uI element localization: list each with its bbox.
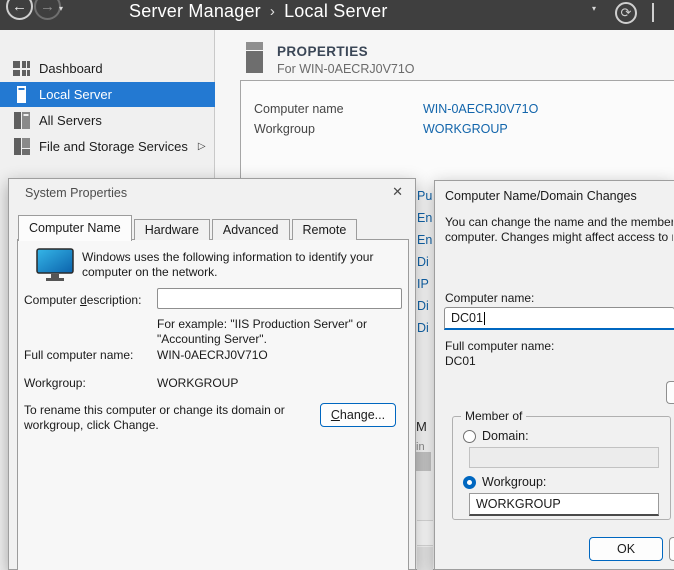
computer-description-input[interactable] [157, 288, 402, 309]
back-button[interactable]: ← [6, 0, 33, 20]
tab-remote[interactable]: Remote [292, 219, 358, 240]
property-label: Workgroup [254, 122, 315, 136]
computer-name-link[interactable]: WIN-0AECRJ0V71O [423, 102, 538, 116]
dialog-title: System Properties [25, 186, 127, 200]
all-servers-icon [13, 112, 31, 129]
sidebar-item-local-server[interactable]: Local Server [0, 82, 215, 107]
system-properties-dialog: System Properties ✕ Computer Name Hardwa… [8, 178, 416, 570]
properties-server-icon [246, 42, 263, 73]
tab-computer-name[interactable]: Computer Name [18, 215, 132, 241]
sidebar-item-label: All Servers [39, 113, 102, 128]
computer-description-label: Computer description: [24, 293, 141, 308]
breadcrumb-separator-icon: › [270, 3, 275, 20]
manage-dropdown-icon[interactable]: ▾ [592, 4, 596, 13]
member-of-groupbox: Member of Domain: Workgroup: WORKGROUP [452, 416, 671, 520]
occluded-value-fragment: Di [417, 321, 433, 336]
dialog-intro-line1: You can change the name and the membersh… [445, 215, 673, 230]
breadcrumb-location[interactable]: Local Server [284, 1, 387, 21]
occluded-value-fragment: En [417, 233, 433, 248]
file-storage-icon [13, 138, 31, 155]
change-button[interactable]: Change... [320, 403, 396, 427]
full-computer-name-label: Full computer name: [24, 348, 133, 363]
rename-hint-text: To rename this computer or change its do… [24, 403, 316, 433]
occluded-scrollbar-fragment [416, 452, 431, 471]
domain-radio-label[interactable]: Domain: [482, 429, 529, 443]
sidebar-item-label: Dashboard [39, 61, 103, 76]
domain-radio[interactable] [463, 430, 476, 443]
workgroup-radio[interactable] [463, 476, 476, 489]
sidebar-item-label: Local Server [39, 87, 112, 102]
ok-button[interactable]: OK [589, 537, 663, 561]
occluded-text-fragment: M [416, 419, 432, 434]
tab-strip: Computer Name Hardware Advanced Remote [18, 212, 359, 240]
nav-dropdown-icon[interactable]: ▾ [59, 4, 63, 13]
member-of-legend: Member of [461, 409, 526, 423]
close-icon[interactable]: ✕ [392, 184, 403, 200]
occluded-row-fragment [417, 547, 433, 570]
back-arrow-icon: ← [12, 0, 27, 14]
occluded-row-fragment [417, 520, 433, 546]
workgroup-radio-label[interactable]: Workgroup: [482, 475, 546, 489]
computer-name-tab-page: Windows uses the following information t… [17, 239, 409, 570]
computer-name-label: Computer name: [445, 291, 534, 306]
dialog-intro-line2: computer. Changes might affect access to… [445, 230, 673, 245]
local-server-icon [13, 86, 31, 103]
sidebar-item-label: File and Storage Services [39, 139, 188, 154]
occluded-value-fragment: Di [417, 299, 433, 314]
text-caret [484, 312, 485, 325]
expand-chevron-icon[interactable]: ▷ [198, 141, 206, 152]
computer-monitor-icon [36, 248, 74, 282]
description-example-text: For example: "IIS Production Server" or … [157, 317, 399, 347]
workgroup-value: WORKGROUP [157, 376, 238, 391]
sidebar-item-file-storage-services[interactable]: File and Storage Services ▷ [0, 134, 215, 159]
properties-heading: PROPERTIES [277, 44, 368, 59]
tab-hardware[interactable]: Hardware [134, 219, 210, 240]
refresh-button[interactable]: ⟳ [615, 2, 637, 24]
workgroup-label: Workgroup: [24, 376, 86, 391]
computer-name-input[interactable]: DC01 [444, 307, 674, 330]
refresh-icon: ⟳ [621, 5, 632, 21]
breadcrumb: Server Manager › Local Server [129, 1, 388, 22]
occluded-value-fragment: Di [417, 255, 433, 270]
sidebar-item-dashboard[interactable]: Dashboard [0, 56, 215, 81]
forward-button[interactable]: → [34, 0, 61, 20]
domain-changes-dialog: Computer Name/Domain Changes You can cha… [434, 180, 674, 570]
full-computer-name-label: Full computer name: [445, 339, 554, 354]
occluded-value-fragment: Pu [417, 189, 433, 204]
forward-arrow-icon: → [40, 0, 55, 14]
dashboard-icon [13, 60, 31, 77]
workgroup-link[interactable]: WORKGROUP [423, 122, 508, 136]
server-manager-window: ← → ▾ Server Manager › Local Server ▾ ⟳ Da… [0, 0, 674, 570]
notifications-flag-icon[interactable] [652, 3, 654, 22]
workgroup-input[interactable]: WORKGROUP [469, 493, 659, 516]
property-label: Computer name [254, 102, 344, 116]
command-bar: ← → ▾ Server Manager › Local Server ▾ ⟳ [0, 0, 674, 30]
breadcrumb-app[interactable]: Server Manager [129, 1, 261, 21]
tab-advanced[interactable]: Advanced [212, 219, 290, 240]
properties-subtitle: For WIN-0AECRJ0V71O [277, 62, 415, 76]
cancel-button-fragment[interactable] [669, 537, 674, 561]
more-button-fragment[interactable] [666, 381, 674, 404]
full-computer-name-value: WIN-0AECRJ0V71O [157, 348, 268, 363]
occluded-value-fragment: IP [417, 277, 433, 292]
network-info-text: Windows uses the following information t… [82, 250, 406, 280]
dialog-title: Computer Name/Domain Changes [445, 189, 637, 203]
sidebar-item-all-servers[interactable]: All Servers [0, 108, 215, 133]
full-computer-name-value: DC01 [445, 354, 476, 369]
occluded-value-fragment: En [417, 211, 433, 226]
domain-input [469, 447, 659, 468]
